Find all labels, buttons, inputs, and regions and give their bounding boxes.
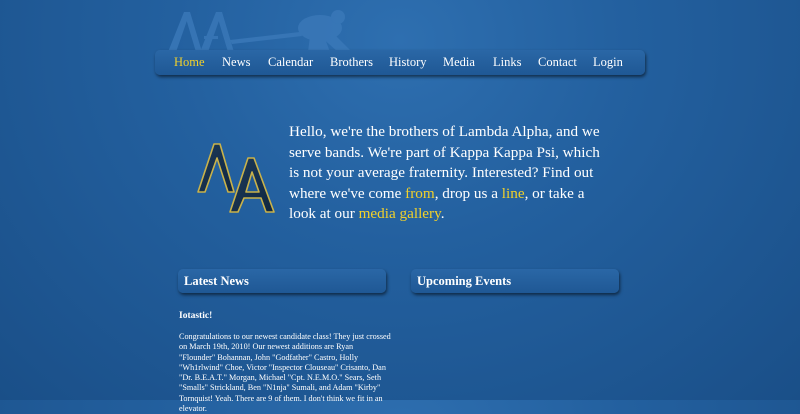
news-post-body: Congratulations to our newest candidate … (179, 332, 391, 414)
news-post-title: Iotastic! (179, 311, 213, 321)
lambda-alpha-header-logo-icon[interactable] (160, 6, 360, 56)
intro-paragraph: Hello, we're the brothers of Lambda Alph… (289, 122, 609, 225)
media-gallery-link[interactable]: media gallery (359, 205, 441, 222)
history-link[interactable]: from (405, 185, 435, 202)
nav-item-login[interactable]: Login (593, 55, 623, 70)
nav-item-media[interactable]: Media (443, 55, 475, 70)
nav-item-links[interactable]: Links (493, 55, 521, 70)
nav-item-calendar[interactable]: Calendar (268, 55, 313, 70)
nav-item-home[interactable]: Home (174, 55, 205, 70)
nav-item-contact[interactable]: Contact (538, 55, 577, 70)
main-nav: Home News Calendar Brothers History Medi… (155, 50, 645, 75)
latest-news-heading: Latest News (178, 269, 386, 293)
lambda-alpha-crest-logo-icon (197, 143, 275, 213)
intro-text-2: , drop us a (434, 184, 502, 202)
nav-item-news[interactable]: News (222, 55, 250, 70)
contact-link[interactable]: line (502, 185, 525, 202)
upcoming-events-heading: Upcoming Events (411, 269, 619, 293)
intro-text-4: . (440, 205, 445, 222)
nav-item-history[interactable]: History (389, 55, 427, 70)
nav-item-brothers[interactable]: Brothers (330, 55, 373, 70)
